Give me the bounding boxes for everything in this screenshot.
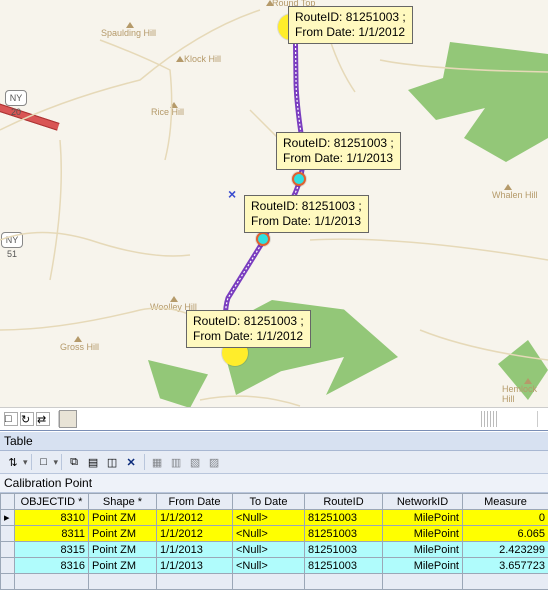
col-header[interactable]: Shape * <box>89 494 157 510</box>
cell-shape[interactable]: Point ZM <box>89 510 157 526</box>
cell-shape[interactable]: Point ZM <box>89 542 157 558</box>
toolbar-btn-delete-icon[interactable]: ✕ <box>122 453 140 471</box>
marker-cyan-icon <box>256 232 270 246</box>
cell-todate[interactable]: <Null> <box>233 510 305 526</box>
cell-routeid[interactable]: 81251003 <box>305 510 383 526</box>
table-panel: Table ⇅ ▾ □ ▾ ⧉ ▤ ◫ ✕ ▦ ▥ ▧ ▨ Calibratio… <box>0 430 548 590</box>
cell-fromdate[interactable]: 1/1/2013 <box>157 558 233 574</box>
marker-cyan-icon <box>292 172 306 186</box>
x-marker: × <box>228 186 236 202</box>
cell-routeid[interactable]: 81251003 <box>305 558 383 574</box>
table-toolbar: ⇅ ▾ □ ▾ ⧉ ▤ ◫ ✕ ▦ ▥ ▧ ▨ <box>0 451 548 474</box>
map-control-bar: □ ↻ ⇄ <box>0 408 548 430</box>
cell-routeid[interactable]: 81251003 <box>305 526 383 542</box>
callout-line-1: RouteID: 81251003 ; <box>283 136 394 150</box>
dropdown-caret-icon[interactable]: ▾ <box>23 457 28 468</box>
cell-networkid[interactable]: MilePoint <box>383 510 463 526</box>
table-row[interactable]: ▸8310Point ZM1/1/2012<Null>81251003MileP… <box>1 510 548 526</box>
callout-line-1: RouteID: 81251003 ; <box>295 10 406 24</box>
toolbar-btn-options[interactable]: ◫ <box>103 453 121 471</box>
cell-shape[interactable]: Point ZM <box>89 526 157 542</box>
toolbar-btn-disabled-1: ▦ <box>148 453 166 471</box>
table-row[interactable]: 8315Point ZM1/1/2013<Null>81251003MilePo… <box>1 542 548 558</box>
cell-measure[interactable]: 3.657723 <box>463 558 548 574</box>
cell-fromdate[interactable]: 1/1/2012 <box>157 526 233 542</box>
ctrl-button-1[interactable]: □ <box>4 412 18 426</box>
cell-routeid[interactable]: 81251003 <box>305 542 383 558</box>
table-row-empty <box>1 574 548 590</box>
toolbar-btn-select[interactable]: □ <box>35 453 53 471</box>
cell-todate[interactable]: <Null> <box>233 558 305 574</box>
map-callout: RouteID: 81251003 ;From Date: 1/1/2012 <box>186 310 311 348</box>
callout-line-2: From Date: 1/1/2013 <box>283 151 393 165</box>
cell-objectid[interactable]: 8311 <box>15 526 89 542</box>
cell-measure[interactable]: 6.065 <box>463 526 548 542</box>
callout-line-1: RouteID: 81251003 ; <box>251 199 362 213</box>
separator <box>144 454 145 470</box>
cell-networkid[interactable]: MilePoint <box>383 558 463 574</box>
callout-line-2: From Date: 1/1/2012 <box>295 25 405 39</box>
row-selector[interactable] <box>1 542 15 558</box>
table-layer-name: Calibration Point <box>0 474 548 493</box>
row-selector[interactable] <box>1 558 15 574</box>
toolbar-btn-switch[interactable]: ▤ <box>84 453 102 471</box>
scrollbar-thumb[interactable] <box>59 410 77 428</box>
separator <box>61 454 62 470</box>
panel-title: Table <box>0 431 548 451</box>
cell-fromdate[interactable]: 1/1/2012 <box>157 510 233 526</box>
cell-networkid[interactable]: MilePoint <box>383 526 463 542</box>
scrollbar-grip <box>481 411 497 427</box>
toolbar-btn-disabled-2: ▥ <box>167 453 185 471</box>
map-callout: RouteID: 81251003 ;From Date: 1/1/2013 <box>276 132 401 170</box>
dropdown-caret-icon[interactable]: ▾ <box>54 457 59 468</box>
table-header-row: OBJECTID * Shape * From Date To Date Rou… <box>1 494 548 510</box>
cell-objectid[interactable]: 8315 <box>15 542 89 558</box>
cell-todate[interactable]: <Null> <box>233 526 305 542</box>
cell-objectid[interactable]: 8310 <box>15 510 89 526</box>
row-selector-header <box>1 494 15 510</box>
col-header[interactable]: From Date <box>157 494 233 510</box>
toolbar-sort-icon[interactable]: ⇅ <box>4 453 22 471</box>
callout-line-2: From Date: 1/1/2012 <box>193 329 303 343</box>
ctrl-button-2[interactable]: ↻ <box>20 412 34 426</box>
col-header[interactable]: OBJECTID * <box>15 494 89 510</box>
map-callout: RouteID: 81251003 ;From Date: 1/1/2012 <box>288 6 413 44</box>
toolbar-btn-disabled-3: ▧ <box>186 453 204 471</box>
table-row[interactable]: 8316Point ZM1/1/2013<Null>81251003MilePo… <box>1 558 548 574</box>
separator <box>31 454 32 470</box>
cell-measure[interactable]: 2.423299 <box>463 542 548 558</box>
col-header[interactable]: Measure <box>463 494 548 510</box>
ctrl-button-3[interactable]: ⇄ <box>36 412 50 426</box>
cell-shape[interactable]: Point ZM <box>89 558 157 574</box>
cell-measure[interactable]: 0 <box>463 510 548 526</box>
map-callout: RouteID: 81251003 ;From Date: 1/1/2013 <box>244 195 369 233</box>
cell-todate[interactable]: <Null> <box>233 542 305 558</box>
cell-networkid[interactable]: MilePoint <box>383 542 463 558</box>
horizontal-scrollbar[interactable] <box>58 411 538 427</box>
map-canvas[interactable]: × NY 20NY 51Round TopKlock HillRice Hill… <box>0 0 548 408</box>
cell-objectid[interactable]: 8316 <box>15 558 89 574</box>
col-header[interactable]: RouteID <box>305 494 383 510</box>
table-row[interactable]: 8311Point ZM1/1/2012<Null>81251003MilePo… <box>1 526 548 542</box>
row-selector[interactable] <box>1 526 15 542</box>
attribute-table[interactable]: OBJECTID * Shape * From Date To Date Rou… <box>0 493 548 590</box>
toolbar-btn-disabled-4: ▨ <box>205 453 223 471</box>
cell-fromdate[interactable]: 1/1/2013 <box>157 542 233 558</box>
callout-line-1: RouteID: 81251003 ; <box>193 314 304 328</box>
row-selector[interactable]: ▸ <box>1 510 15 526</box>
callout-line-2: From Date: 1/1/2013 <box>251 214 361 228</box>
col-header[interactable]: To Date <box>233 494 305 510</box>
toolbar-btn-related[interactable]: ⧉ <box>65 453 83 471</box>
col-header[interactable]: NetworkID <box>383 494 463 510</box>
